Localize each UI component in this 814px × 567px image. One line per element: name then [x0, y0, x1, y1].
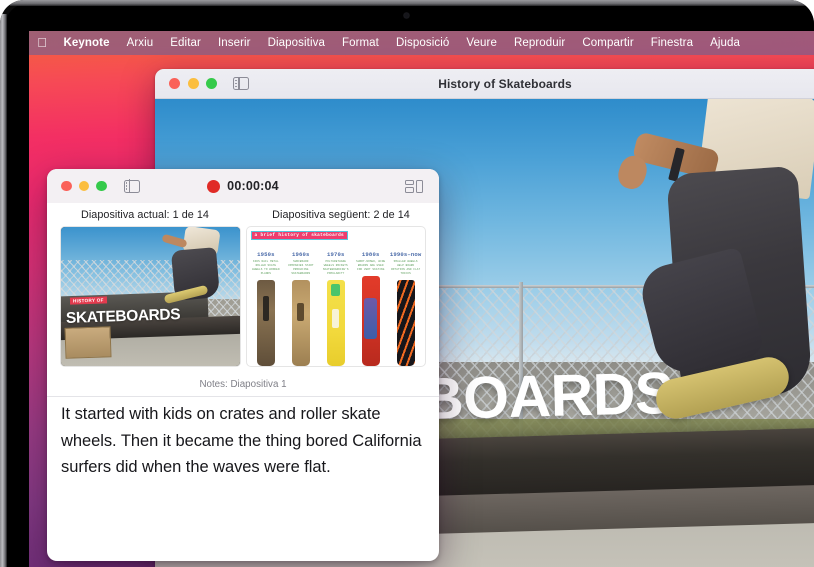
- sidebar-toggle-icon[interactable]: [233, 76, 249, 91]
- main-traffic-lights[interactable]: [169, 78, 217, 89]
- layout-options-icon[interactable]: [405, 180, 423, 193]
- thumb-crate: [64, 326, 112, 359]
- menu-item-keynote[interactable]: Keynote: [55, 35, 118, 52]
- decade-label: 1950s: [257, 251, 275, 258]
- slide-skater-figure: [614, 99, 814, 456]
- current-slide-thumbnail[interactable]: HISTORY OF SKATEBOARDS: [61, 227, 240, 366]
- layout-box-right: [416, 180, 423, 193]
- main-window-title: History of Skateboards: [438, 77, 572, 91]
- timeline-columns: 1950s KIDS NAIL METAL ROLLER SKATE WHEEL…: [251, 251, 421, 366]
- slide-headline-text: BOARDS: [420, 360, 675, 433]
- laptop-frame: BOARDS History of Skateboards 00:00:04 D…: [0, 0, 814, 567]
- thumb-banner-big-text: SKATEBOARDS: [66, 305, 181, 327]
- current-slide-label: Diapositiva actual: 1 de 14: [81, 209, 209, 221]
- timeline-column: 1970s POLYURETHANE WHEELS ROCKETS SKATEB…: [320, 251, 351, 366]
- close-button[interactable]: [169, 78, 180, 89]
- menu-item-finestra[interactable]: Finestra: [642, 35, 701, 52]
- decade-description: SMALLER WHEELS HELP BOARD ROTATION AND F…: [391, 259, 421, 276]
- decade-label: 1980s: [361, 251, 380, 258]
- menu-item-reproduir[interactable]: Reproduir: [505, 35, 573, 52]
- decade-description: SURFBOARD COMPANIES START PRODUCING SKAT…: [287, 259, 314, 276]
- menu-item-inserir[interactable]: Inserir: [209, 35, 259, 52]
- menu-item-format[interactable]: Format: [333, 35, 387, 52]
- record-dot-icon[interactable]: [207, 179, 221, 193]
- main-window-titlebar[interactable]: History of Skateboards: [155, 69, 814, 99]
- macos-menubar[interactable]:  Keynote Arxiu Editar Inserir Diapositi…: [29, 31, 814, 55]
- timeline-column: 1950s KIDS NAIL METAL ROLLER SKATE WHEEL…: [251, 251, 282, 366]
- decade-label: 1990s–now: [389, 251, 422, 258]
- next-slide-thumbnail[interactable]: a brief history of skateboards 1950s KID…: [246, 227, 425, 366]
- menu-item-veure[interactable]: Veure: [458, 35, 506, 52]
- timeline-column: 1990s–now SMALLER WHEELS HELP BOARD ROTA…: [390, 251, 421, 366]
- timer-value: 00:00:04: [227, 179, 279, 193]
- presentation-timer[interactable]: 00:00:04: [47, 169, 439, 203]
- laptop-top-edge: [10, 0, 814, 6]
- laptop-left-edge: [0, 14, 7, 567]
- board-image-1950s: [256, 280, 275, 366]
- slide-labels-row: Diapositiva actual: 1 de 14 Diapositiva …: [47, 203, 439, 227]
- board-image-1980s: [361, 276, 380, 366]
- decade-description: KIDS NAIL METAL ROLLER SKATE WHEELS TO W…: [252, 259, 280, 276]
- zoom-button[interactable]: [206, 78, 217, 89]
- presenter-notes-text: It started with kids on crates and rolle…: [61, 405, 422, 477]
- board-image-1990s: [396, 280, 415, 366]
- apple-logo-icon[interactable]: : [29, 36, 55, 50]
- board-image-1970s: [326, 280, 345, 366]
- menu-item-ajuda[interactable]: Ajuda: [702, 35, 749, 52]
- decade-label: 1960s: [292, 251, 310, 258]
- timeline-column: 1980s SHORT-NOSED, WIDE BOARDS ARE USED …: [355, 251, 386, 366]
- board-image-1960s: [291, 280, 310, 366]
- thumb-skater-figure: [161, 227, 229, 314]
- layout-box-top-left: [405, 180, 414, 185]
- thumb-banner-small-text: HISTORY OF: [69, 295, 107, 305]
- decade-description: SHORT-NOSED, WIDE BOARDS ARE USED FOR VE…: [356, 259, 386, 271]
- notes-header: Notes: Diapositiva 1: [47, 373, 439, 397]
- timeline-column: 1960s SURFBOARD COMPANIES START PRODUCIN…: [285, 251, 316, 366]
- menu-item-editar[interactable]: Editar: [162, 35, 210, 52]
- decade-description: POLYURETHANE WHEELS ROCKETS SKATEBOARDIN…: [322, 259, 349, 276]
- decade-label: 1970s: [326, 251, 345, 258]
- minimize-button[interactable]: [187, 78, 199, 89]
- menu-item-arxiu[interactable]: Arxiu: [118, 35, 162, 52]
- menu-item-compartir[interactable]: Compartir: [574, 35, 642, 52]
- next-slide-label: Diapositiva següent: 2 de 14: [272, 209, 410, 221]
- presenter-toolbar[interactable]: 00:00:04: [47, 169, 439, 203]
- slide-thumbnails-row: HISTORY OF SKATEBOARDS a brief history o…: [61, 227, 425, 366]
- screen: BOARDS History of Skateboards 00:00:04 D…: [29, 31, 814, 567]
- menu-item-diapositiva[interactable]: Diapositiva: [259, 35, 333, 52]
- menu-item-disposicio[interactable]: Disposició: [387, 35, 457, 52]
- presenter-display-window[interactable]: 00:00:04 Diapositiva actual: 1 de 14 Dia…: [47, 169, 439, 561]
- next-slide-title: a brief history of skateboards: [250, 231, 349, 241]
- layout-box-bottom-left: [405, 187, 414, 193]
- webcam-icon: [404, 13, 409, 18]
